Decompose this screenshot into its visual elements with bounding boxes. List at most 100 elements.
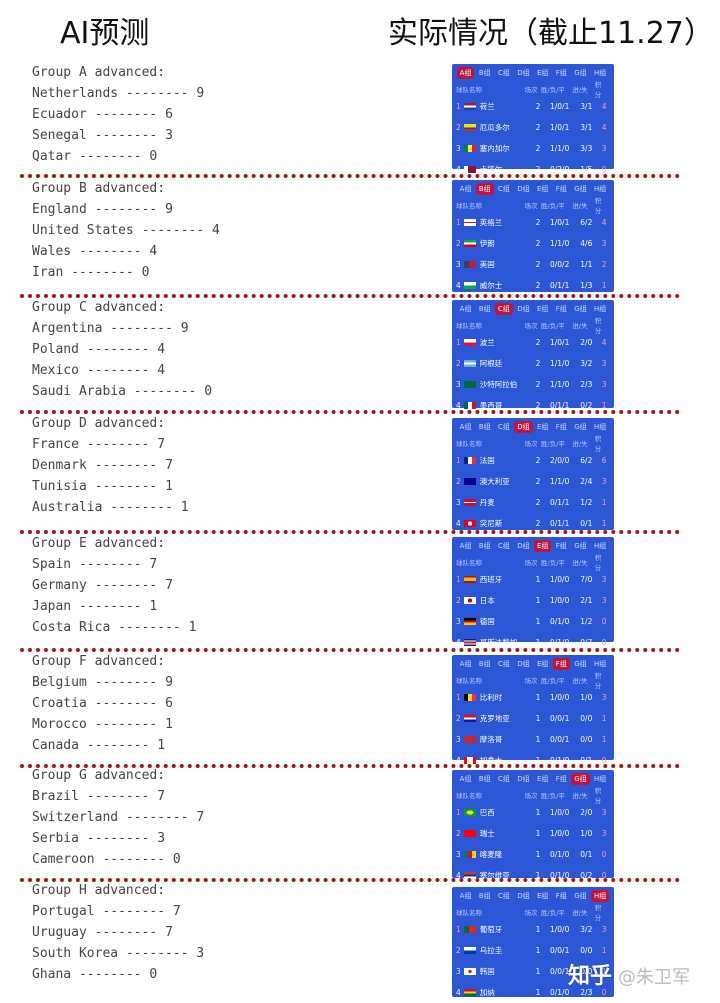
predicted-points: 0: [149, 149, 158, 164]
tab-group-a[interactable]: A组: [457, 773, 475, 785]
tab-group-h[interactable]: H组: [591, 421, 609, 433]
tab-group-e[interactable]: E组: [534, 658, 551, 670]
tab-group-g[interactable]: G组: [571, 890, 589, 902]
table-row[interactable]: 1 巴西 1 1/0/0 2/0 3: [452, 802, 614, 823]
table-row[interactable]: 3 喀麦隆 1 0/1/0 0/1 0: [452, 844, 614, 865]
table-header: 球队名称 场次 胜/负/平 进/失 积分: [452, 787, 614, 805]
tab-group-h[interactable]: H组: [591, 183, 609, 195]
played: 1: [535, 638, 541, 647]
table-row[interactable]: 3 摩洛哥 1 0/0/1 0/0 1: [452, 729, 614, 750]
predicted-points: 4: [157, 363, 166, 378]
table-row[interactable]: 1 比利时 1 1/0/0 1/0 3: [452, 687, 614, 708]
tab-group-g[interactable]: G组: [571, 67, 589, 79]
tab-group-f[interactable]: F组: [553, 890, 570, 902]
tab-group-a[interactable]: A组: [457, 540, 475, 552]
tab-group-h[interactable]: H组: [591, 303, 609, 315]
tab-group-c[interactable]: C组: [495, 540, 513, 552]
tab-group-f[interactable]: F组: [553, 67, 570, 79]
table-row[interactable]: 1 波兰 2 1/0/1 2/0 4: [452, 332, 614, 353]
tab-group-c[interactable]: C组: [495, 67, 513, 79]
table-row[interactable]: 3 丹麦 2 0/1/1 1/2 1: [452, 492, 614, 513]
points: 0: [601, 638, 607, 647]
table-row[interactable]: 2 阿根廷 2 1/1/0 3/2 3: [452, 353, 614, 374]
tab-group-f[interactable]: F组: [553, 421, 570, 433]
tab-group-f[interactable]: F组: [552, 658, 570, 670]
tab-group-a[interactable]: A组: [457, 658, 475, 670]
table-row[interactable]: 3 德国 1 0/1/0 1/2 0: [452, 611, 614, 632]
tab-group-e[interactable]: E组: [534, 67, 551, 79]
header-goals: 进/失: [572, 677, 588, 685]
table-row[interactable]: 3 沙特阿拉伯 2 1/1/0 2/3 3: [452, 374, 614, 395]
tab-group-a[interactable]: A组: [457, 421, 475, 433]
tab-group-c[interactable]: C组: [495, 773, 513, 785]
tab-group-a[interactable]: A组: [456, 67, 475, 79]
header-team: 球队名称: [456, 202, 482, 210]
header-wdl: 胜/负/平: [541, 677, 565, 685]
tab-group-f[interactable]: F组: [553, 540, 570, 552]
tab-group-d[interactable]: D组: [514, 890, 532, 902]
tab-group-c[interactable]: C组: [495, 421, 513, 433]
table-row[interactable]: 2 伊朗 2 1/1/0 4/6 3: [452, 233, 614, 254]
tab-group-a[interactable]: A组: [457, 890, 475, 902]
tab-group-c[interactable]: C组: [495, 303, 513, 315]
tab-group-e[interactable]: E组: [534, 890, 551, 902]
table-row[interactable]: 2 克罗地亚 1 0/0/1 0/0 1: [452, 708, 614, 729]
tab-group-g[interactable]: G组: [571, 773, 590, 785]
tab-group-e[interactable]: E组: [534, 421, 551, 433]
tab-group-g[interactable]: G组: [571, 658, 589, 670]
table-row[interactable]: 2 瑞士 1 1/0/0 1/0 3: [452, 823, 614, 844]
table-row[interactable]: 2 厄瓜多尔 2 1/0/1 3/1 4: [452, 117, 614, 138]
table-row[interactable]: 1 荷兰 2 1/0/1 3/1 4: [452, 96, 614, 117]
table-row[interactable]: 1 葡萄牙 1 1/0/0 3/2 3: [452, 919, 614, 940]
separator: --------: [94, 675, 158, 690]
tab-group-b[interactable]: B组: [476, 303, 494, 315]
tab-group-e[interactable]: E组: [534, 540, 552, 552]
tab-group-g[interactable]: G组: [571, 540, 589, 552]
tab-group-b[interactable]: B组: [475, 183, 494, 195]
tab-group-d[interactable]: D组: [514, 540, 532, 552]
tab-group-f[interactable]: F组: [553, 183, 570, 195]
table-row[interactable]: 1 西班牙 1 1/0/0 7/0 3: [452, 569, 614, 590]
points: 2: [601, 260, 607, 269]
table-row[interactable]: 4 威尔士 2 0/1/1 1/3 1: [452, 275, 614, 296]
tab-group-c[interactable]: C组: [495, 183, 513, 195]
tab-group-h[interactable]: H组: [591, 658, 609, 670]
tab-group-h[interactable]: H组: [591, 67, 609, 79]
tab-group-f[interactable]: F组: [553, 303, 570, 315]
tab-group-b[interactable]: B组: [476, 773, 494, 785]
tab-group-d[interactable]: D组: [514, 421, 533, 433]
tab-group-c[interactable]: C组: [495, 658, 513, 670]
tab-group-b[interactable]: B组: [476, 658, 494, 670]
tab-group-d[interactable]: D组: [514, 658, 532, 670]
table-row[interactable]: 3 美国 2 0/0/2 1/1 2: [452, 254, 614, 275]
tab-group-d[interactable]: D组: [514, 773, 532, 785]
tab-group-e[interactable]: E组: [534, 303, 551, 315]
tab-group-f[interactable]: F组: [553, 773, 570, 785]
table-row[interactable]: 2 澳大利亚 2 1/1/0 2/4 3: [452, 471, 614, 492]
tab-group-d[interactable]: D组: [514, 303, 532, 315]
win-draw-loss: 0/1/0: [549, 617, 570, 626]
tab-group-e[interactable]: E组: [534, 773, 551, 785]
tab-group-b[interactable]: B组: [476, 421, 494, 433]
tab-group-g[interactable]: G组: [571, 303, 589, 315]
tab-group-h[interactable]: H组: [591, 773, 609, 785]
table-row[interactable]: 2 日本 1 1/0/0 2/1 3: [452, 590, 614, 611]
tab-group-d[interactable]: D组: [514, 183, 532, 195]
tab-group-h[interactable]: H组: [591, 540, 609, 552]
tab-group-a[interactable]: A组: [457, 303, 475, 315]
tab-group-g[interactable]: G组: [571, 183, 589, 195]
tab-group-e[interactable]: E组: [534, 183, 551, 195]
goals: 1/3: [580, 281, 593, 290]
table-row[interactable]: 1 法国 2 2/0/0 6/2 6: [452, 450, 614, 471]
tab-group-a[interactable]: A组: [457, 183, 475, 195]
tab-group-d[interactable]: D组: [514, 67, 532, 79]
table-row[interactable]: 1 英格兰 2 1/0/1 6/2 4: [452, 212, 614, 233]
table-row[interactable]: 4 塞尔维亚 1 0/1/0 0/2 0: [452, 865, 614, 886]
tab-group-c[interactable]: C组: [495, 890, 513, 902]
tab-group-h[interactable]: H组: [590, 890, 610, 902]
tab-group-g[interactable]: G组: [571, 421, 589, 433]
tab-group-b[interactable]: B组: [476, 890, 494, 902]
table-row[interactable]: 3 塞内加尔 2 1/1/0 3/3 3: [452, 138, 614, 159]
tab-group-b[interactable]: B组: [476, 540, 494, 552]
tab-group-b[interactable]: B组: [476, 67, 494, 79]
